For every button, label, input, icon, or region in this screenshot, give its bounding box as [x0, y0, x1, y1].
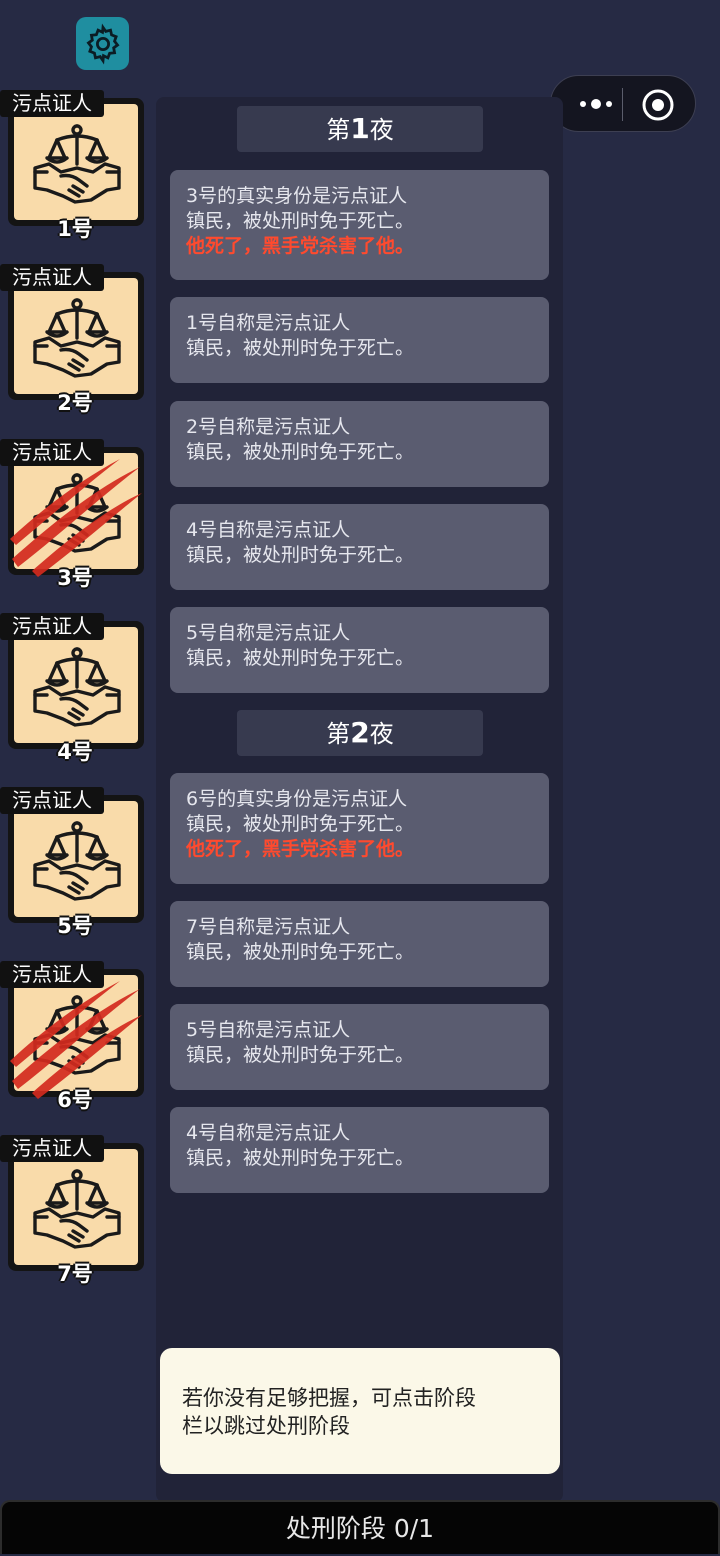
mini-program-capsule: [550, 75, 696, 132]
player-role-label: 污点证人: [0, 439, 104, 466]
claw-scratch-icon: [10, 981, 142, 1099]
close-button[interactable]: [639, 86, 677, 124]
hint-tooltip: 若你没有足够把握，可点击阶段 栏以跳过处刑阶段: [160, 1348, 560, 1474]
log-message: 2号自称是污点证人 镇民，被处刑时免于死亡。: [170, 401, 549, 487]
more-dots-icon: [580, 99, 612, 109]
player-portrait: [8, 795, 144, 923]
witness-scales-icon: [14, 278, 138, 394]
player-card[interactable]: 污点证人 4号: [0, 613, 150, 773]
player-card[interactable]: 污点证人 3号: [0, 439, 150, 599]
player-role-label: 污点证人: [0, 961, 104, 988]
player-number: 2号: [57, 391, 93, 415]
log-message: 4号自称是污点证人 镇民，被处刑时免于死亡。: [170, 504, 549, 590]
player-role-label: 污点证人: [0, 1135, 104, 1162]
witness-scales-icon: [14, 801, 138, 917]
player-portrait: [8, 272, 144, 400]
phase-bar[interactable]: 处刑阶段 0/1: [0, 1500, 720, 1554]
night-header-2: 第2夜: [237, 710, 483, 756]
player-number: 4号: [57, 740, 93, 764]
player-card[interactable]: 污点证人 5号: [0, 787, 150, 947]
night-header-1: 第1夜: [237, 106, 483, 152]
witness-scales-icon: [14, 627, 138, 743]
player-card[interactable]: 污点证人 1号: [0, 90, 150, 250]
player-portrait: [8, 1143, 144, 1271]
log-message: 6号的真实身份是污点证人 镇民，被处刑时免于死亡。 他死了，黑手党杀害了他。: [170, 773, 549, 884]
witness-scales-icon: [14, 1149, 138, 1265]
player-role-label: 污点证人: [0, 787, 104, 814]
player-card[interactable]: 污点证人 2号: [0, 264, 150, 424]
player-role-label: 污点证人: [0, 90, 104, 117]
log-message: 5号自称是污点证人 镇民，被处刑时免于死亡。: [170, 607, 549, 693]
player-portrait: [8, 98, 144, 226]
player-number: 5号: [57, 914, 93, 938]
player-number: 7号: [57, 1262, 93, 1286]
player-number: 3号: [57, 566, 93, 590]
target-circle-icon: [642, 89, 674, 121]
capsule-divider: [622, 88, 623, 121]
log-message: 5号自称是污点证人 镇民，被处刑时免于死亡。: [170, 1004, 549, 1090]
player-card[interactable]: 污点证人 7号: [0, 1135, 150, 1295]
player-number: 6号: [57, 1088, 93, 1112]
player-portrait: [8, 621, 144, 749]
more-button[interactable]: [567, 88, 625, 120]
log-message: 1号自称是污点证人 镇民，被处刑时免于死亡。: [170, 297, 549, 383]
player-number: 1号: [57, 217, 93, 241]
claw-scratch-icon: [10, 459, 142, 577]
player-role-label: 污点证人: [0, 264, 104, 291]
log-message: 7号自称是污点证人 镇民，被处刑时免于死亡。: [170, 901, 549, 987]
settings-button[interactable]: [76, 17, 129, 70]
log-message: 3号的真实身份是污点证人 镇民，被处刑时免于死亡。 他死了，黑手党杀害了他。: [170, 170, 549, 280]
player-role-label: 污点证人: [0, 613, 104, 640]
gear-icon: [85, 22, 120, 65]
witness-scales-icon: [14, 104, 138, 220]
player-card[interactable]: 污点证人 6号: [0, 961, 150, 1121]
log-message: 4号自称是污点证人 镇民，被处刑时免于死亡。: [170, 1107, 549, 1193]
